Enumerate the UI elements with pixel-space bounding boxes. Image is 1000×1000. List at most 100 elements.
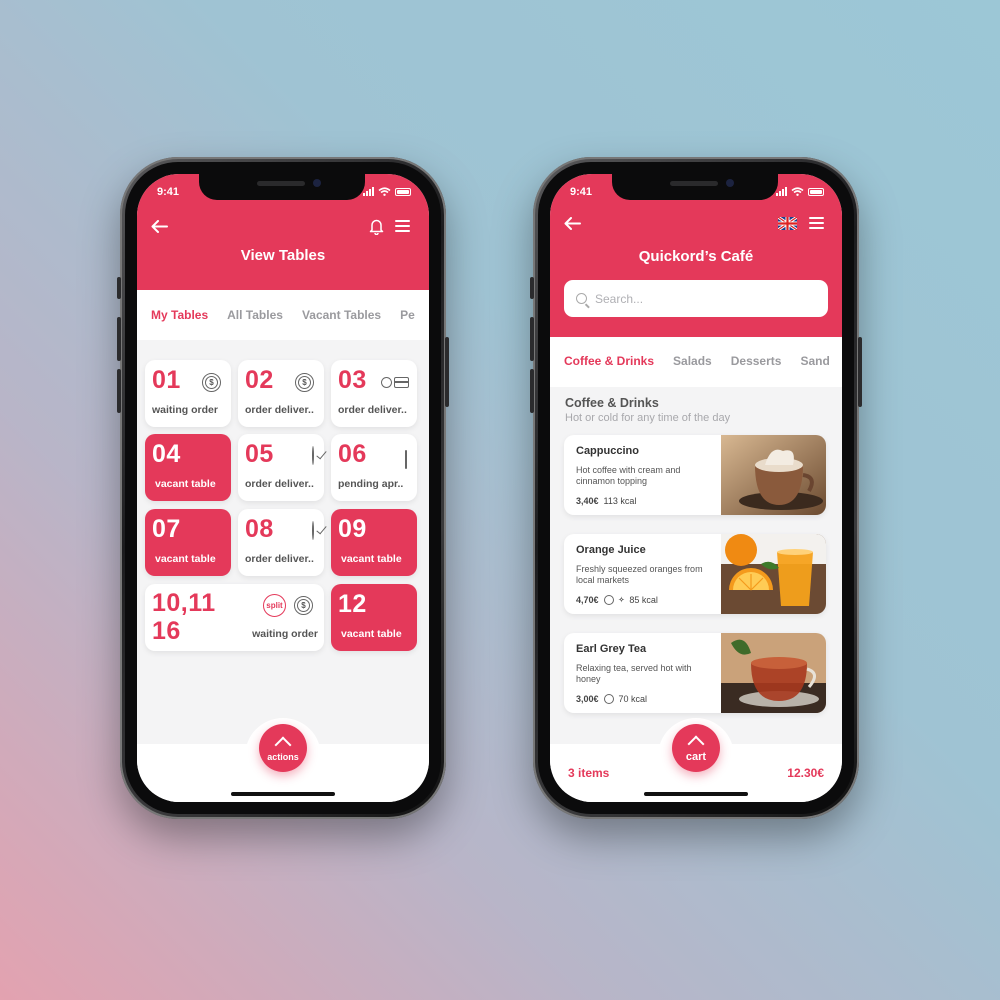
table-tile-12[interactable]: 12 vacant table (331, 584, 417, 651)
tab-desserts[interactable]: Desserts (731, 354, 782, 387)
item-meta: 3,00€ 70 kcal (576, 694, 647, 704)
power-button (445, 337, 449, 407)
search-icon (576, 293, 587, 304)
table-number: 06 (338, 440, 367, 468)
item-name: Cappuccino (576, 445, 639, 457)
orange-juice-image (721, 534, 826, 614)
table-status: vacant table (341, 553, 402, 565)
phone-view-tables: 9:41 View Tables My Tables All Tables Va… (117, 157, 449, 819)
table-tile-06[interactable]: 06 pending apr.. (331, 434, 417, 501)
table-number: 09 (338, 515, 367, 543)
cart-button[interactable]: cart (672, 724, 720, 772)
status-time: 9:41 (570, 186, 593, 198)
notch (612, 174, 778, 200)
volume-down-button (530, 369, 534, 413)
table-number-line1: 10,11 (152, 589, 216, 617)
table-status: order deliver.. (245, 478, 314, 490)
menu-icon[interactable] (807, 216, 825, 230)
item-description: Relaxing tea, served hot with honey (576, 663, 692, 684)
bell-icon[interactable] (367, 217, 385, 235)
wifi-icon (791, 187, 804, 196)
home-indicator[interactable] (231, 792, 335, 796)
tab-coffee-drinks[interactable]: Coffee & Drinks (564, 354, 654, 387)
table-status: pending apr.. (338, 478, 404, 490)
volume-up-button (117, 317, 121, 361)
search-input[interactable] (595, 291, 795, 306)
item-price: 4,70€ (576, 595, 599, 605)
table-status: order deliver.. (245, 553, 314, 565)
table-tile-04[interactable]: 04 vacant table (145, 434, 231, 501)
phone-cafe-menu: 9:41 Quickord’s Café Search... Coffee & … (530, 157, 862, 819)
item-kcal: 85 kcal (629, 595, 658, 605)
menu-icon[interactable] (393, 219, 411, 233)
table-tile-merged[interactable]: 10,11 16 split $ waiting order (145, 584, 324, 651)
table-tile-08[interactable]: 08 order deliver.. (238, 509, 324, 576)
tab-sandwiches[interactable]: Sand (800, 354, 829, 387)
mute-switch (117, 277, 121, 299)
mute-switch (530, 277, 534, 299)
item-description: Hot coffee with cream and cinnamon toppi… (576, 465, 681, 486)
table-tile-07[interactable]: 07 vacant table (145, 509, 231, 576)
menu-item-orange-juice[interactable]: Orange Juice Freshly squeezed oranges fr… (564, 534, 826, 614)
cart-bar: cart 3 items 12.30€ (550, 718, 842, 802)
table-tile-09[interactable]: 09 vacant table (331, 509, 417, 576)
tab-all-tables[interactable]: All Tables (227, 308, 283, 340)
table-status: vacant table (155, 553, 216, 565)
table-tile-03[interactable]: 03 order deliver.. (331, 360, 417, 427)
item-name: Orange Juice (576, 544, 646, 556)
item-meta: 3,40€ 113 kcal (576, 496, 636, 506)
menu-item-earl-grey-tea[interactable]: Earl Grey Tea Relaxing tea, served hot w… (564, 633, 826, 713)
dollar-coin-icon: $ (202, 373, 221, 392)
wifi-icon (378, 187, 391, 196)
tab-my-tables[interactable]: My Tables (151, 308, 208, 340)
vegan-icon (603, 694, 614, 704)
section-title: Coffee & Drinks (565, 396, 659, 410)
table-number-line2: 16 (152, 617, 181, 645)
check-circle-icon (312, 521, 314, 540)
check-circle-icon (312, 446, 314, 465)
table-number: 10,11 16 (152, 589, 216, 645)
table-number: 07 (152, 515, 181, 543)
actions-button[interactable]: actions (259, 724, 307, 772)
table-status: waiting order (152, 404, 218, 416)
item-description: Freshly squeezed oranges from local mark… (576, 564, 703, 585)
earl-grey-tea-image (721, 633, 826, 713)
uk-flag-icon[interactable] (777, 216, 797, 230)
sugar-free-icon: ✧ (618, 597, 625, 604)
chevron-up-icon (687, 735, 705, 752)
cart-total: 12.30€ (787, 766, 824, 780)
screen-cafe-menu: 9:41 Quickord’s Café Search... Coffee & … (550, 174, 842, 802)
table-status: vacant table (155, 478, 216, 490)
item-kcal: 70 kcal (618, 694, 648, 704)
page-title: Quickord’s Café (638, 248, 754, 265)
item-meta: 4,70€ ✧ 85 kcal (576, 595, 658, 605)
item-name: Earl Grey Tea (576, 643, 647, 655)
table-tile-01[interactable]: 01 $ waiting order (145, 360, 231, 427)
chevron-up-icon (274, 736, 292, 753)
table-tile-05[interactable]: 05 order deliver.. (238, 434, 324, 501)
home-indicator[interactable] (644, 792, 748, 796)
table-number: 04 (152, 440, 181, 468)
tab-vacant-tables[interactable]: Vacant Tables (302, 308, 381, 340)
table-number: 02 (245, 366, 274, 394)
cash-card-icon (381, 377, 409, 388)
tab-pending[interactable]: Pe (400, 308, 415, 340)
signal-icon (776, 187, 787, 196)
volume-down-button (117, 369, 121, 413)
table-status: waiting order (252, 628, 318, 640)
menu-item-cappuccino[interactable]: Cappuccino Hot coffee with cream and cin… (564, 435, 826, 515)
table-tile-02[interactable]: 02 $ order deliver.. (238, 360, 324, 427)
dollar-coin-icon: $ (294, 596, 313, 615)
tab-salads[interactable]: Salads (673, 354, 712, 387)
power-button (858, 337, 862, 407)
search-bar (564, 280, 828, 317)
back-arrow-icon[interactable] (562, 215, 582, 231)
table-number: 01 (152, 366, 181, 394)
section-subtitle: Hot or cold for any time of the day (565, 412, 731, 424)
item-price: 3,00€ (576, 694, 599, 704)
notch (199, 174, 365, 200)
item-price: 3,40€ (576, 496, 599, 506)
split-button[interactable]: split (263, 594, 286, 617)
cart-items-count: 3 items (568, 766, 610, 780)
back-arrow-icon[interactable] (149, 218, 169, 234)
